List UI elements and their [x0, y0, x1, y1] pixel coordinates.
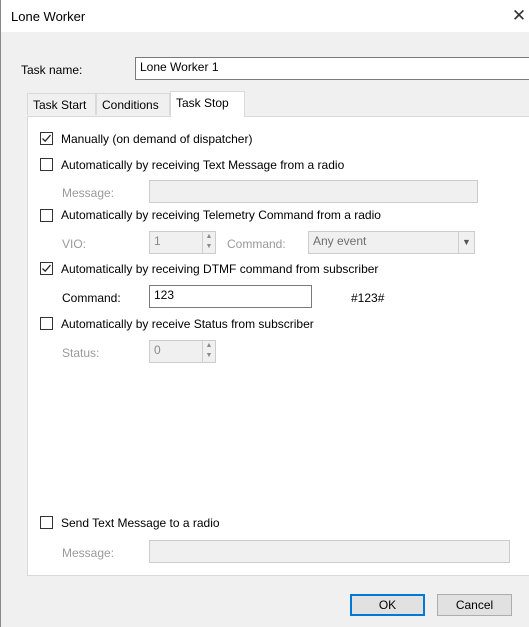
checkmark-icon: [42, 264, 51, 273]
task-name-input[interactable]: Lone Worker 1: [135, 57, 529, 80]
telemetry-command-select[interactable]: Any event ▼: [308, 231, 475, 254]
cancel-button[interactable]: Cancel: [437, 594, 512, 616]
manual-checkbox[interactable]: [40, 132, 53, 145]
dtmf-command-label: Command:: [62, 291, 121, 305]
checkmark-icon: [42, 134, 51, 143]
spin-down-icon[interactable]: ▼: [203, 242, 215, 252]
tab-task-stop[interactable]: Task Stop: [170, 91, 245, 117]
send-text-message-label: Message:: [62, 546, 115, 560]
send-text-message-input[interactable]: [149, 540, 510, 563]
status-label: Automatically by receive Status from sub…: [61, 317, 314, 331]
ok-button[interactable]: OK: [350, 594, 425, 616]
window-title: Lone Worker: [11, 9, 86, 24]
text-message-checkbox[interactable]: [40, 158, 53, 171]
chevron-down-icon[interactable]: ▼: [458, 232, 474, 253]
text-message-message-input[interactable]: [149, 180, 478, 203]
tab-task-start[interactable]: Task Start: [27, 93, 96, 115]
send-text-label: Send Text Message to a radio: [61, 516, 220, 530]
status-value: 0: [154, 343, 161, 357]
lone-worker-dialog: Lone Worker ✕ Task name: Lone Worker 1 T…: [0, 0, 529, 627]
spin-down-icon[interactable]: ▼: [203, 351, 215, 361]
status-value-label: Status:: [62, 346, 100, 360]
spin-up-icon[interactable]: ▲: [203, 341, 215, 351]
dtmf-command-input[interactable]: 123: [149, 285, 312, 308]
title-bar: Lone Worker ✕: [1, 0, 529, 32]
telemetry-command-label: Command:: [227, 237, 286, 251]
vio-spinner[interactable]: 1 ▲ ▼: [149, 231, 216, 254]
dtmf-checkbox[interactable]: [40, 262, 53, 275]
text-message-message-label: Message:: [62, 186, 115, 200]
close-icon[interactable]: ✕: [508, 4, 529, 28]
status-spin-buttons[interactable]: ▲ ▼: [202, 341, 215, 362]
telemetry-label: Automatically by receiving Telemetry Com…: [61, 208, 381, 222]
vio-label: VIO:: [62, 237, 87, 251]
status-spinner[interactable]: 0 ▲ ▼: [149, 340, 216, 363]
send-text-checkbox[interactable]: [40, 516, 53, 529]
vio-spin-buttons[interactable]: ▲ ▼: [202, 232, 215, 253]
dtmf-preview: #123#: [351, 291, 385, 305]
dtmf-label: Automatically by receiving DTMF command …: [61, 262, 379, 276]
manual-label: Manually (on demand of dispatcher): [61, 132, 253, 146]
task-name-label: Task name:: [21, 63, 83, 77]
tab-conditions[interactable]: Conditions: [96, 93, 170, 115]
vio-value: 1: [154, 234, 161, 248]
text-message-label: Automatically by receiving Text Message …: [61, 158, 345, 172]
telemetry-command-value: Any event: [313, 234, 367, 248]
spin-up-icon[interactable]: ▲: [203, 232, 215, 242]
telemetry-checkbox[interactable]: [40, 209, 53, 222]
status-checkbox[interactable]: [40, 317, 53, 330]
